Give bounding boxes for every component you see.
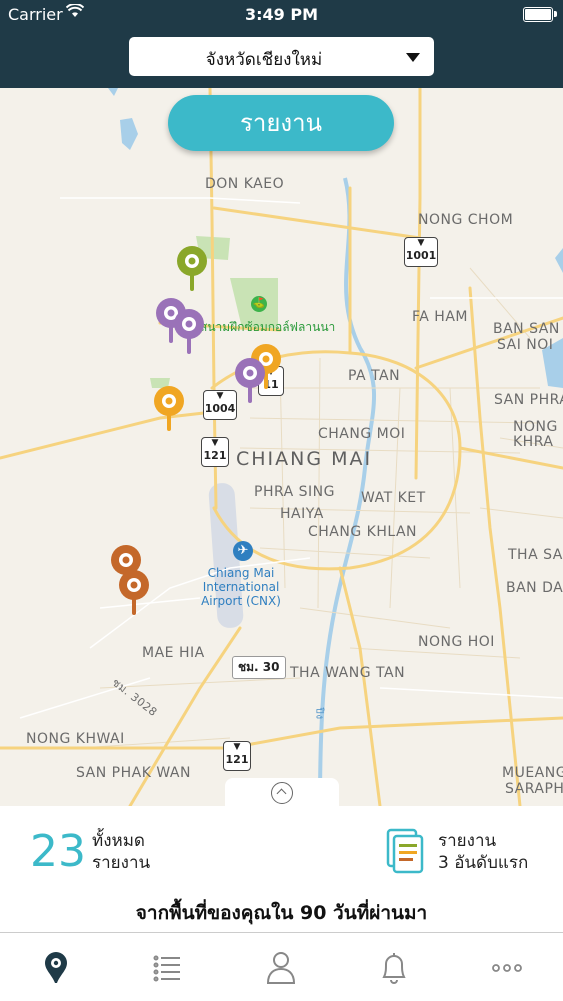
bottom-tab-bar <box>0 932 563 1001</box>
label-airport: Chiang Mai International Airport (CNX) <box>196 566 286 608</box>
tab-list[interactable] <box>112 933 224 1001</box>
tab-map[interactable] <box>0 933 112 1001</box>
label-ban-san: BAN SAN <box>493 321 560 337</box>
map-pin-icon <box>45 952 67 983</box>
label-chang-khlan: CHANG KHLAN <box>308 524 418 540</box>
highway-shield-1001: ▼ 1001 <box>404 237 438 267</box>
top-reports-icon[interactable] <box>385 828 425 874</box>
label-tha-sa: THA SA <box>508 547 563 563</box>
label-ban-da: BAN DA <box>506 580 563 596</box>
label-tha-wang-tan: THA WANG TAN <box>290 665 406 681</box>
label-haiya: HAIYA <box>280 506 324 522</box>
total-report-label: ทั้งหมด รายงาน <box>92 830 150 874</box>
total-label-line2: รายงาน <box>92 853 151 873</box>
label-nong-hoi: NONG HOI <box>418 634 495 650</box>
map-base-layer <box>0 88 563 806</box>
label-golf: สนามฝึกซ้อมกอล์ฟลานนา <box>200 320 336 334</box>
label-fa-ham: FA HAM <box>412 309 468 325</box>
chevron-up-icon <box>271 782 293 804</box>
label-wat-ket: WAT KET <box>361 490 426 506</box>
dropdown-caret-icon <box>406 53 420 62</box>
label-khra: KHRA <box>513 434 554 450</box>
status-time: 3:49 PM <box>244 5 318 24</box>
label-mueang: MUEANG <box>502 765 563 781</box>
label-nong-chom: NONG CHOM <box>418 212 514 228</box>
label-nong: NONG <box>513 419 558 435</box>
highway-shield-121-south: ▼ 121 <box>223 741 251 771</box>
expand-panel-tab[interactable] <box>225 778 339 806</box>
label-airport-line2: International <box>202 580 280 594</box>
label-river: ปิง <box>313 707 325 720</box>
top-label-line1: รายงาน <box>438 831 497 851</box>
total-label-line1: ทั้งหมด <box>92 831 145 851</box>
report-pin-purple[interactable] <box>232 356 268 406</box>
label-san-phak-wan: SAN PHAK WAN <box>76 765 191 781</box>
status-bar: Carrier 3:49 PM <box>0 0 563 30</box>
label-chang-moi: CHANG MOI <box>318 426 406 442</box>
label-san-phra: SAN PHRA <box>494 392 563 408</box>
highway-shield-121: ▼ 121 <box>201 437 229 467</box>
list-icon <box>153 955 180 982</box>
label-airport-line3: Airport (CNX) <box>201 594 281 608</box>
top-reports-label[interactable]: รายงาน 3 อันดับแรก <box>438 830 528 874</box>
label-phra-sing: PHRA SING <box>254 484 335 500</box>
label-chiang-mai: CHIANG MAI <box>236 448 373 470</box>
tab-profile[interactable] <box>225 933 337 1001</box>
report-pin-brown[interactable] <box>116 568 152 618</box>
bell-icon <box>382 953 406 984</box>
report-button[interactable]: รายงาน <box>168 95 394 151</box>
airport-icon: ✈ <box>233 541 253 561</box>
user-icon <box>266 952 296 984</box>
label-airport-line1: Chiang Mai <box>207 566 275 580</box>
road-badge-30: ชม. 30 <box>232 656 286 679</box>
report-pin-purple[interactable] <box>171 307 207 357</box>
label-don-kaeo: DON KAEO <box>205 176 285 192</box>
label-saraphi: SARAPHI <box>505 781 563 797</box>
label-nong-khwai: NONG KHWAI <box>26 731 125 747</box>
label-mae-hia: MAE HIA <box>142 645 205 661</box>
tab-more[interactable] <box>451 933 563 1001</box>
label-pa-tan: PA TAN <box>348 368 401 384</box>
report-pin-green[interactable] <box>174 244 210 294</box>
report-pin-orange[interactable] <box>151 384 187 434</box>
tab-notifications[interactable] <box>338 933 450 1001</box>
top-label-line2: 3 อันดับแรก <box>438 853 529 873</box>
total-report-count: 23 <box>30 826 86 877</box>
summary-panel: 23 ทั้งหมด รายงาน รายงาน 3 อันดับแรก จาก… <box>0 806 563 932</box>
province-selector-label: จังหวัดเชียงใหม่ <box>205 50 323 70</box>
more-icon <box>492 964 522 972</box>
golf-icon: ⛳ <box>251 296 267 312</box>
battery-icon <box>523 7 557 22</box>
summary-note: จากพื้นที่ของคุณใน 90 วันที่ผ่านมา <box>135 902 428 924</box>
province-selector[interactable]: จังหวัดเชียงใหม่ <box>129 37 434 76</box>
label-sai-noi: SAI NOI <box>497 337 554 353</box>
map-view[interactable]: DON KAEO NONG CHOM FA HAM BAN SAN SAI NO… <box>0 88 563 806</box>
app-header: Carrier 3:49 PM จังหวัดเชียงใหม่ <box>0 0 563 88</box>
